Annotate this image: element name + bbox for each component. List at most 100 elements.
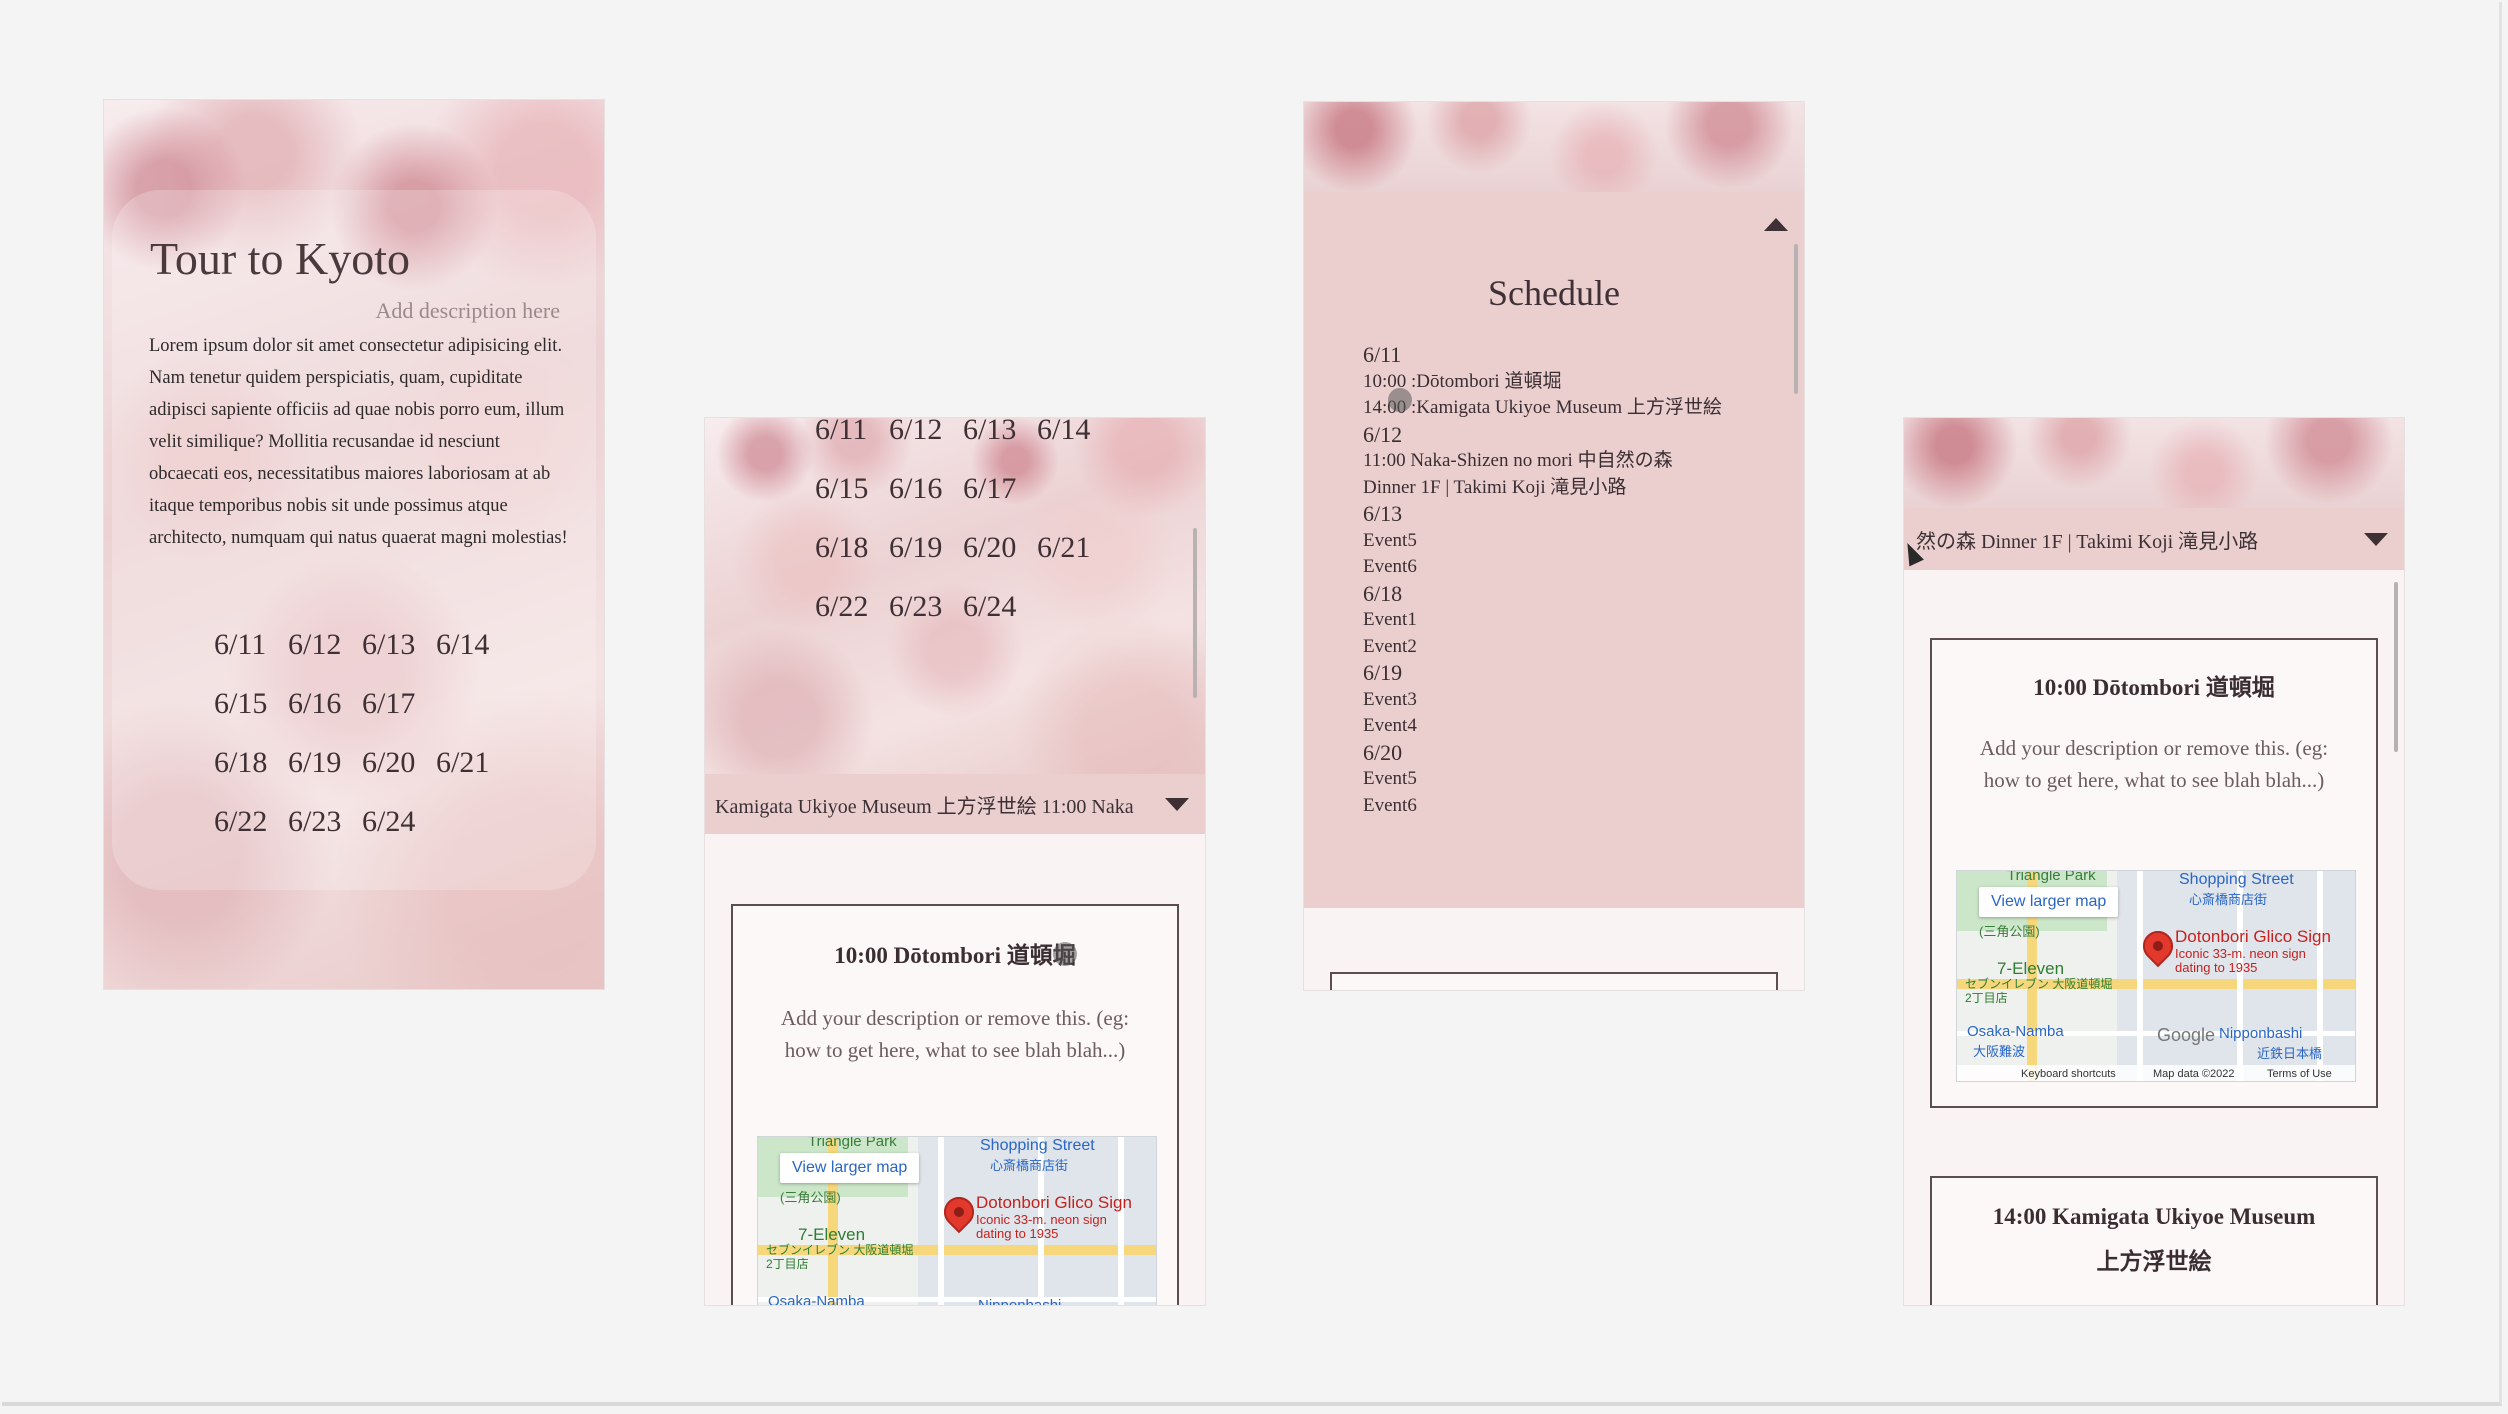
hero-image xyxy=(1904,418,2404,508)
map-nipponbashi-jp: 近鉄日本橋 xyxy=(2257,1046,2323,1061)
schedule-date[interactable]: 6/20 xyxy=(1363,740,1722,767)
date-link[interactable]: 6/20 xyxy=(963,531,1037,565)
schedule-date[interactable]: 6/13 xyxy=(1363,501,1722,528)
chevron-up-icon[interactable] xyxy=(1764,218,1788,231)
date-link[interactable]: 6/11 xyxy=(214,628,288,662)
schedule-date[interactable]: 6/12 xyxy=(1363,422,1722,449)
map-shopping-label: Shopping Street xyxy=(980,1137,1095,1154)
hero-image: 6/11 6/12 6/13 6/14 6/15 6/16 6/17 6/18 … xyxy=(705,418,1205,774)
intro-body: Lorem ipsum dolor sit amet consectetur a… xyxy=(149,336,568,548)
scrollbar[interactable] xyxy=(2394,582,2398,752)
date-link[interactable]: 6/22 xyxy=(815,590,889,624)
date-link[interactable]: 6/16 xyxy=(889,472,963,506)
date-link[interactable]: 6/15 xyxy=(815,472,889,506)
schedule-date[interactable]: 6/18 xyxy=(1363,581,1722,608)
scrollbar[interactable] xyxy=(1794,244,1798,394)
description-placeholder[interactable]: Add description here xyxy=(376,298,561,324)
map-711-label: 7-Eleven xyxy=(1997,959,2065,978)
schedule-date[interactable]: 6/19 xyxy=(1363,660,1722,687)
chevron-down-icon[interactable] xyxy=(1165,798,1189,811)
date-link[interactable]: 6/21 xyxy=(1037,531,1111,565)
view-larger-map-link[interactable]: View larger map xyxy=(1979,887,2119,917)
map-place-desc: Iconic 33-m. neon sign dating to 1935 xyxy=(976,1212,1107,1241)
schedule-list: 6/11 10:00 :Dōtombori 道頓堀 14:00 :Kamigat… xyxy=(1363,342,1722,819)
google-logo: Google xyxy=(2157,1025,2216,1045)
schedule-event[interactable]: Event5 xyxy=(1363,766,1722,793)
keyboard-shortcuts-link[interactable]: Keyboard shortcuts xyxy=(2021,1068,2116,1080)
date-link[interactable]: 6/16 xyxy=(288,687,362,721)
terms-link[interactable]: Terms of Use xyxy=(2267,1068,2332,1080)
event-screen-ticker: 然の森 Dinner 1F | Takimi Koji 滝見小路 10:00 D… xyxy=(1904,418,2404,1305)
ticker-text: 然の森 Dinner 1F | Takimi Koji 滝見小路 xyxy=(1916,530,2259,553)
map-711-label: 7-Eleven xyxy=(798,1225,866,1244)
chevron-down-icon[interactable] xyxy=(2364,533,2388,546)
event-description: Add your description or remove this. (eg… xyxy=(1979,736,2329,792)
date-grid: 6/11 6/12 6/13 6/14 6/15 6/16 6/17 6/18 … xyxy=(815,418,1111,624)
date-link[interactable]: 6/14 xyxy=(436,628,510,662)
schedule-event[interactable]: Event2 xyxy=(1363,634,1722,661)
date-link[interactable]: 6/23 xyxy=(288,805,362,839)
map-nipponbashi-label: Nipponbashi xyxy=(978,1297,1061,1305)
hero-image xyxy=(1304,102,1804,192)
touch-indicator xyxy=(1388,388,1412,412)
date-link[interactable]: 6/20 xyxy=(362,746,436,780)
map-namba-label: Osaka-Namba xyxy=(1967,1023,2064,1040)
map-embed[interactable]: View larger map Triangle Park (三角公園) Sho… xyxy=(757,1136,1157,1305)
date-grid: 6/11 6/12 6/13 6/14 6/15 6/16 6/17 6/18 … xyxy=(214,628,510,839)
map-park-jp: (三角公園) xyxy=(1979,924,2040,939)
map-namba-jp: 大阪難波 xyxy=(1973,1044,2026,1059)
schedule-date[interactable]: 6/11 xyxy=(1363,342,1722,369)
date-link[interactable]: 6/22 xyxy=(214,805,288,839)
event-card: 10:00 Dōtombori 道頓堀 Add your description… xyxy=(1930,638,2378,1108)
event-card: 14:00 Kamigata Ukiyoe Museum 上方浮世絵 xyxy=(1930,1176,2378,1305)
map-711-jp: セブンイレブン 大阪道頓堀2丁目店 xyxy=(1965,977,2113,1005)
schedule-event[interactable]: Event5 xyxy=(1363,528,1722,555)
date-link[interactable]: 6/17 xyxy=(362,687,436,721)
date-link[interactable]: 6/15 xyxy=(214,687,288,721)
date-link[interactable]: 6/14 xyxy=(1037,418,1111,447)
schedule-event[interactable]: Event3 xyxy=(1363,687,1722,714)
date-link[interactable]: 6/24 xyxy=(963,590,1037,624)
event-card-peek xyxy=(1330,972,1778,990)
schedule-ticker[interactable]: Kamigata Ukiyoe Museum 上方浮世絵 11:00 Naka xyxy=(705,774,1205,834)
map-place-name: Dotonbori Glico Sign xyxy=(976,1193,1132,1212)
date-link[interactable]: 6/23 xyxy=(889,590,963,624)
map-shopping-label: Shopping Street xyxy=(2179,871,2294,888)
map-shopping-jp: 心斎橋商店街 xyxy=(2189,892,2268,907)
schedule-event[interactable]: Event1 xyxy=(1363,607,1722,634)
date-link[interactable]: 6/11 xyxy=(815,418,889,447)
schedule-event[interactable]: 14:00 :Kamigata Ukiyoe Museum 上方浮世絵 xyxy=(1363,395,1722,422)
schedule-event[interactable]: Dinner 1F | Takimi Koji 滝見小路 xyxy=(1363,475,1722,502)
event-title: 10:00 Dōtombori 道頓堀 xyxy=(2033,675,2275,700)
schedule-event[interactable]: 11:00 Naka-Shizen no mori 中自然の森 xyxy=(1363,448,1722,475)
schedule-screen: Schedule 6/11 10:00 :Dōtombori 道頓堀 14:00… xyxy=(1304,102,1804,990)
date-link[interactable]: 6/19 xyxy=(288,746,362,780)
schedule-event[interactable]: Event4 xyxy=(1363,713,1722,740)
map-data-label: Map data ©2022 xyxy=(2153,1068,2235,1080)
event-title: 14:00 Kamigata Ukiyoe Museum xyxy=(1992,1204,2316,1229)
map-place-desc: Iconic 33-m. neon sign dating to 1935 xyxy=(2175,946,2306,975)
view-larger-map-link[interactable]: View larger map xyxy=(780,1153,920,1183)
date-link[interactable]: 6/18 xyxy=(815,531,889,565)
date-link[interactable]: 6/12 xyxy=(288,628,362,662)
schedule-ticker[interactable]: 然の森 Dinner 1F | Takimi Koji 滝見小路 xyxy=(1904,508,2404,570)
date-link[interactable]: 6/13 xyxy=(963,418,1037,447)
date-link[interactable]: 6/21 xyxy=(436,746,510,780)
schedule-event[interactable]: 10:00 :Dōtombori 道頓堀 xyxy=(1363,369,1722,396)
date-link[interactable]: 6/12 xyxy=(889,418,963,447)
map-embed[interactable]: View larger map Triangle Park (三角公園) Sho… xyxy=(1956,870,2356,1082)
event-description: Add your description or remove this. (eg… xyxy=(780,1006,1130,1062)
event-title: 10:00 Dōtombori 道頓堀 xyxy=(834,943,1076,968)
date-link[interactable]: 6/13 xyxy=(362,628,436,662)
date-link[interactable]: 6/19 xyxy=(889,531,963,565)
schedule-event[interactable]: Event6 xyxy=(1363,554,1722,581)
date-link[interactable]: 6/17 xyxy=(963,472,1037,506)
date-link[interactable]: 6/18 xyxy=(214,746,288,780)
map-711-jp: セブンイレブン 大阪道頓堀2丁目店 xyxy=(766,1243,914,1271)
map-park-label: Triangle Park xyxy=(808,1136,897,1150)
schedule-event[interactable]: Event6 xyxy=(1363,793,1722,820)
schedule-title: Schedule xyxy=(1488,273,1620,313)
intro-screen: Tour to Kyoto Add description here Lorem… xyxy=(104,100,604,989)
scrollbar[interactable] xyxy=(1193,528,1197,698)
date-link[interactable]: 6/24 xyxy=(362,805,436,839)
